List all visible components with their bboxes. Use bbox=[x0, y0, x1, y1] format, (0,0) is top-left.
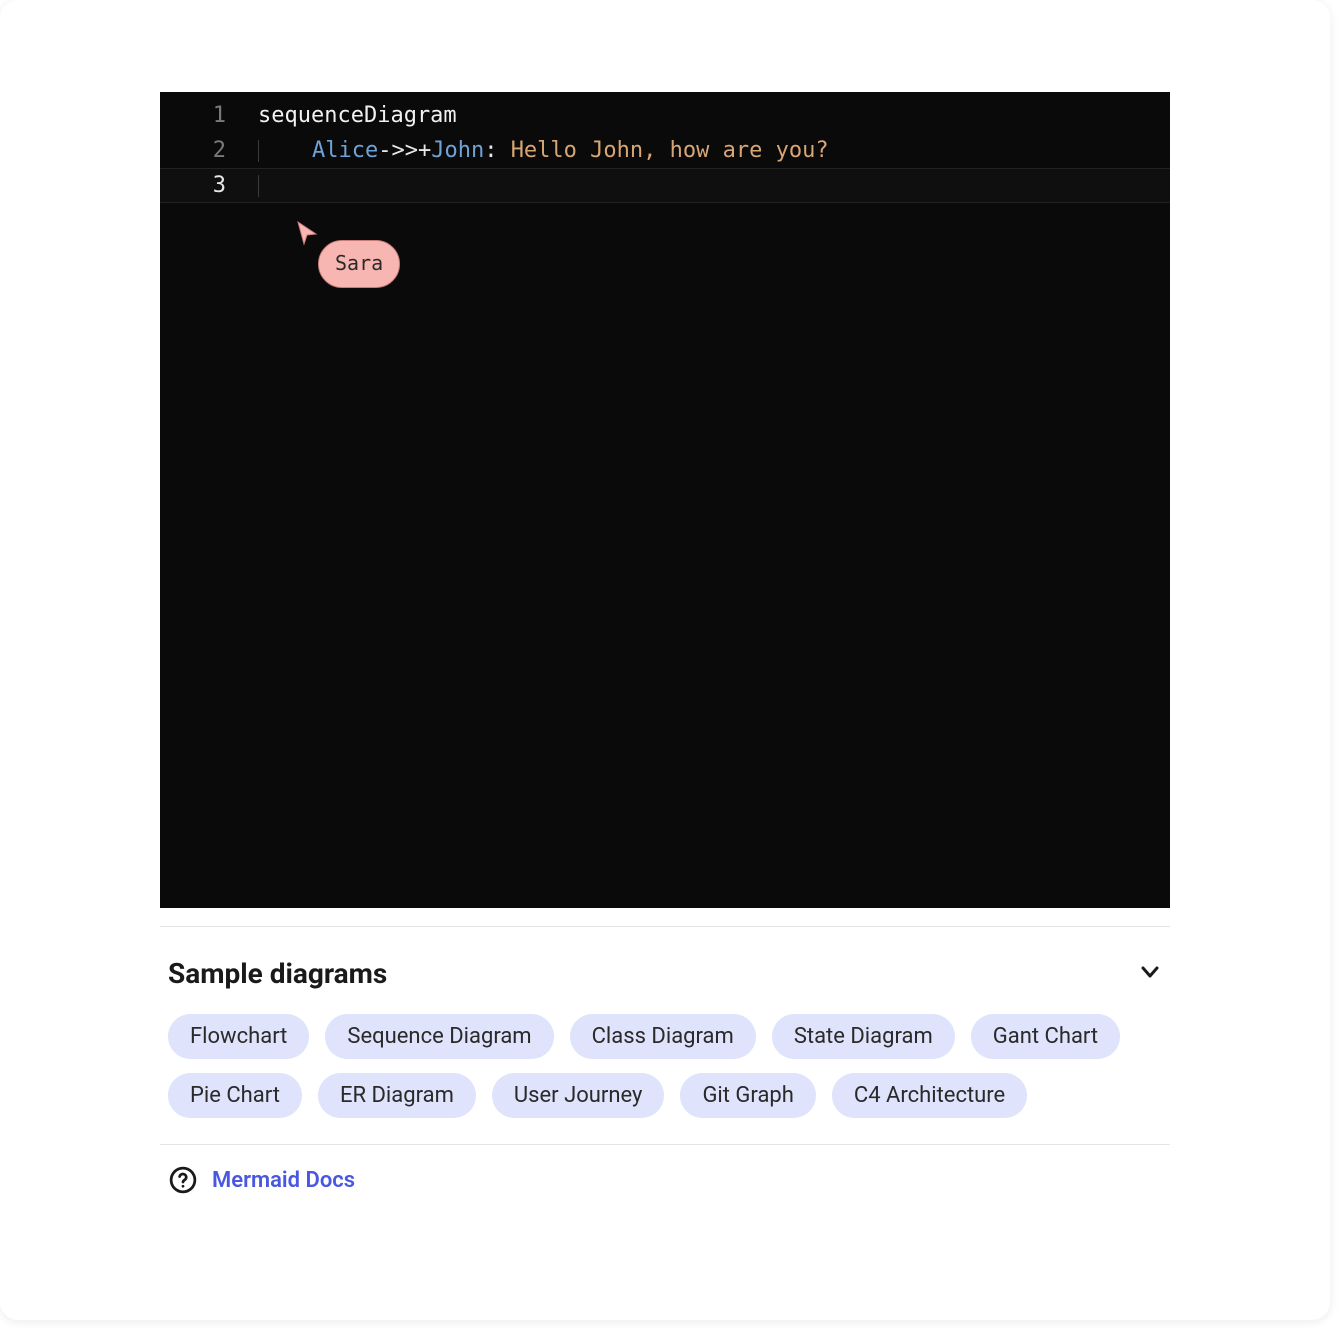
sample-chip-git-graph[interactable]: Git Graph bbox=[680, 1073, 815, 1118]
line-number: 2 bbox=[160, 133, 242, 168]
line-number-gutter: 1 2 3 bbox=[160, 92, 242, 203]
code-editor[interactable]: 1 2 3 sequenceDiagram Alice->>+John: Hel… bbox=[160, 92, 1170, 908]
code-line[interactable]: Alice->>+John: Hello John, how are you? bbox=[258, 133, 1170, 168]
docs-row: Mermaid Docs bbox=[160, 1145, 1170, 1195]
panel: 1 2 3 sequenceDiagram Alice->>+John: Hel… bbox=[0, 0, 1330, 1320]
indent bbox=[259, 138, 312, 163]
indent-guide bbox=[258, 175, 259, 197]
samples-list: Flowchart Sequence Diagram Class Diagram… bbox=[160, 1010, 1170, 1144]
cursor-pointer-icon bbox=[296, 220, 320, 246]
sample-chip-c4-architecture[interactable]: C4 Architecture bbox=[832, 1073, 1027, 1118]
samples-title: Sample diagrams bbox=[168, 957, 387, 990]
code-lines[interactable]: sequenceDiagram Alice->>+John: Hello Joh… bbox=[258, 98, 1170, 203]
token-actor: John bbox=[431, 138, 484, 163]
token-colon: : bbox=[484, 138, 511, 163]
sample-chip-gant-chart[interactable]: Gant Chart bbox=[971, 1014, 1120, 1059]
token-keyword: sequenceDiagram bbox=[258, 103, 457, 128]
token-arrow: ->>+ bbox=[378, 138, 431, 163]
collab-cursor: Sara bbox=[296, 220, 320, 246]
samples-toggle[interactable]: Sample diagrams bbox=[160, 927, 1170, 1010]
token-actor: Alice bbox=[312, 138, 378, 163]
sample-chip-state-diagram[interactable]: State Diagram bbox=[772, 1014, 955, 1059]
code-line[interactable] bbox=[258, 168, 1170, 203]
line-number: 1 bbox=[160, 98, 242, 133]
sample-chip-er-diagram[interactable]: ER Diagram bbox=[318, 1073, 476, 1118]
code-line[interactable]: sequenceDiagram bbox=[258, 98, 1170, 133]
line-number: 3 bbox=[160, 168, 242, 203]
sample-chip-class-diagram[interactable]: Class Diagram bbox=[570, 1014, 756, 1059]
mermaid-docs-link[interactable]: Mermaid Docs bbox=[212, 1168, 355, 1193]
sample-chip-sequence-diagram[interactable]: Sequence Diagram bbox=[325, 1014, 553, 1059]
sample-chip-flowchart[interactable]: Flowchart bbox=[168, 1014, 309, 1059]
sample-chip-pie-chart[interactable]: Pie Chart bbox=[168, 1073, 302, 1118]
token-message: Hello John, how are you? bbox=[511, 138, 829, 163]
chevron-down-icon bbox=[1138, 960, 1162, 988]
help-circle-icon bbox=[168, 1165, 198, 1195]
sample-chip-user-journey[interactable]: User Journey bbox=[492, 1073, 665, 1118]
collab-cursor-label: Sara bbox=[318, 240, 400, 288]
